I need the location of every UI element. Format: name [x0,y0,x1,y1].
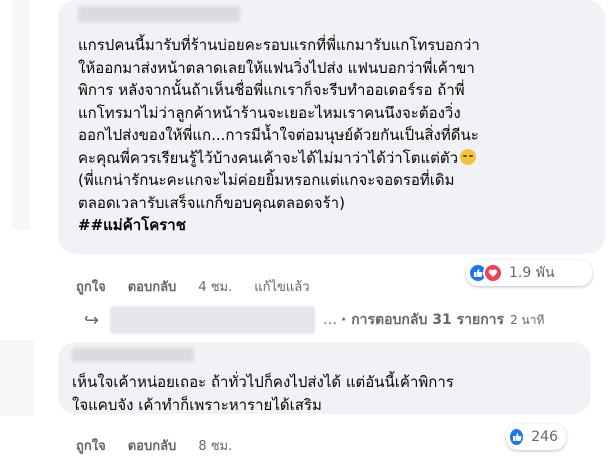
comment-bubble-1: แกรปคนนี้มารับที่ร้านบ่อยคะรอบแรกที่พี่แ… [58,0,605,254]
view-replies-link[interactable]: · การตอบกลับ 31 รายการ [341,309,504,331]
reaction-summary-1[interactable]: 1.9 พัน [466,260,592,286]
thread-bar-bottom [0,340,34,416]
like-icon [508,427,526,447]
comment-line: พิการ หลังจากนั้นถ้าเห็นชื่อพี่แกเราก็จะ… [78,81,465,99]
reply-button[interactable]: ตอบกลับ [128,276,177,297]
comment-line: แกโทรมาไม่ว่าลูกค้าหน้าร้านจะเยอะไหมเราค… [78,103,461,122]
timestamp[interactable]: 8 ชม. [198,435,232,456]
comment-actions-2: ถูกใจ ตอบกลับ 8 ชม. [76,435,254,456]
comment-line: ตลอดเวลารับเสร็จแกก็ขอบคุณตลอดจร้า) [78,193,345,212]
view-replies-row[interactable]: ↪ … · การตอบกลับ 31 รายการ 2 นาที [84,306,609,334]
reaction-count: 1.9 พัน [509,265,555,281]
commenter-name-blurred[interactable] [72,348,194,362]
comment-line: คะคุณพี่ควรเรียนรู้ไว้บ้างคนเค้าจะได้ไม่… [78,148,459,167]
hashtag-link[interactable]: ##แม่ค้าโคราช [78,216,186,234]
left-thread-bar [0,0,34,460]
reaction-summary-2[interactable]: 246 [506,424,566,450]
reply-button[interactable]: ตอบกลับ [128,435,177,456]
reply-ellipsis: … [323,312,337,328]
comment-line: ออกไปส่งของให้พี่แก...การมีน้ำใจต่อมนุษย… [78,126,479,144]
like-button[interactable]: ถูกใจ [76,276,106,297]
comment-text-2: เห็นใจเค้าหน่อยเถอะ ถ้าทั่วไปก็คงไปส่งได… [72,371,582,416]
comment-actions-1: ถูกใจ ตอบกลับ 4 ชม. แก้ไขแล้ว [76,276,332,297]
thread-bar-top [12,0,30,230]
comment-text-1: แกรปคนนี้มารับที่ร้านบ่อยคะรอบแรกที่พี่แ… [78,34,593,237]
reply-timestamp: 2 นาที [510,312,545,327]
reaction-count: 246 [531,429,558,445]
comment-line: (พี่แกน่ารักนะคะแกจะไม่ค่อยยิ้มหรอกแต่แก… [78,171,455,189]
commenter-name-blurred[interactable] [78,6,240,22]
timestamp[interactable]: 4 ชม. [198,276,232,297]
comment-line: เห็นใจเค้าหน่อยเถอะ ถ้าทั่วไปก็คงไปส่งได… [72,373,454,391]
comment-line: แกรปคนนี้มารับที่ร้านบ่อยคะรอบแรกที่พี่แ… [78,36,480,54]
comment-line: ให้ออกมาส่งหน้าตลาดเลยให้แฟนวิ่งไปส่ง แฟ… [78,58,475,77]
reply-arrow-icon: ↪ [84,309,100,331]
comment-line: ใจแคบจัง เค้าทำก็เพราะหารายได้เสริม [72,395,322,414]
comment-bubble-2: เห็นใจเค้าหน่อยเถอะ ถ้าทั่วไปก็คงไปส่งได… [58,342,591,414]
like-button[interactable]: ถูกใจ [76,435,106,456]
reply-preview-blurred [110,306,315,334]
love-icon [483,263,503,283]
emoji-icon [460,148,477,165]
edited-label: แก้ไขแล้ว [254,280,310,295]
